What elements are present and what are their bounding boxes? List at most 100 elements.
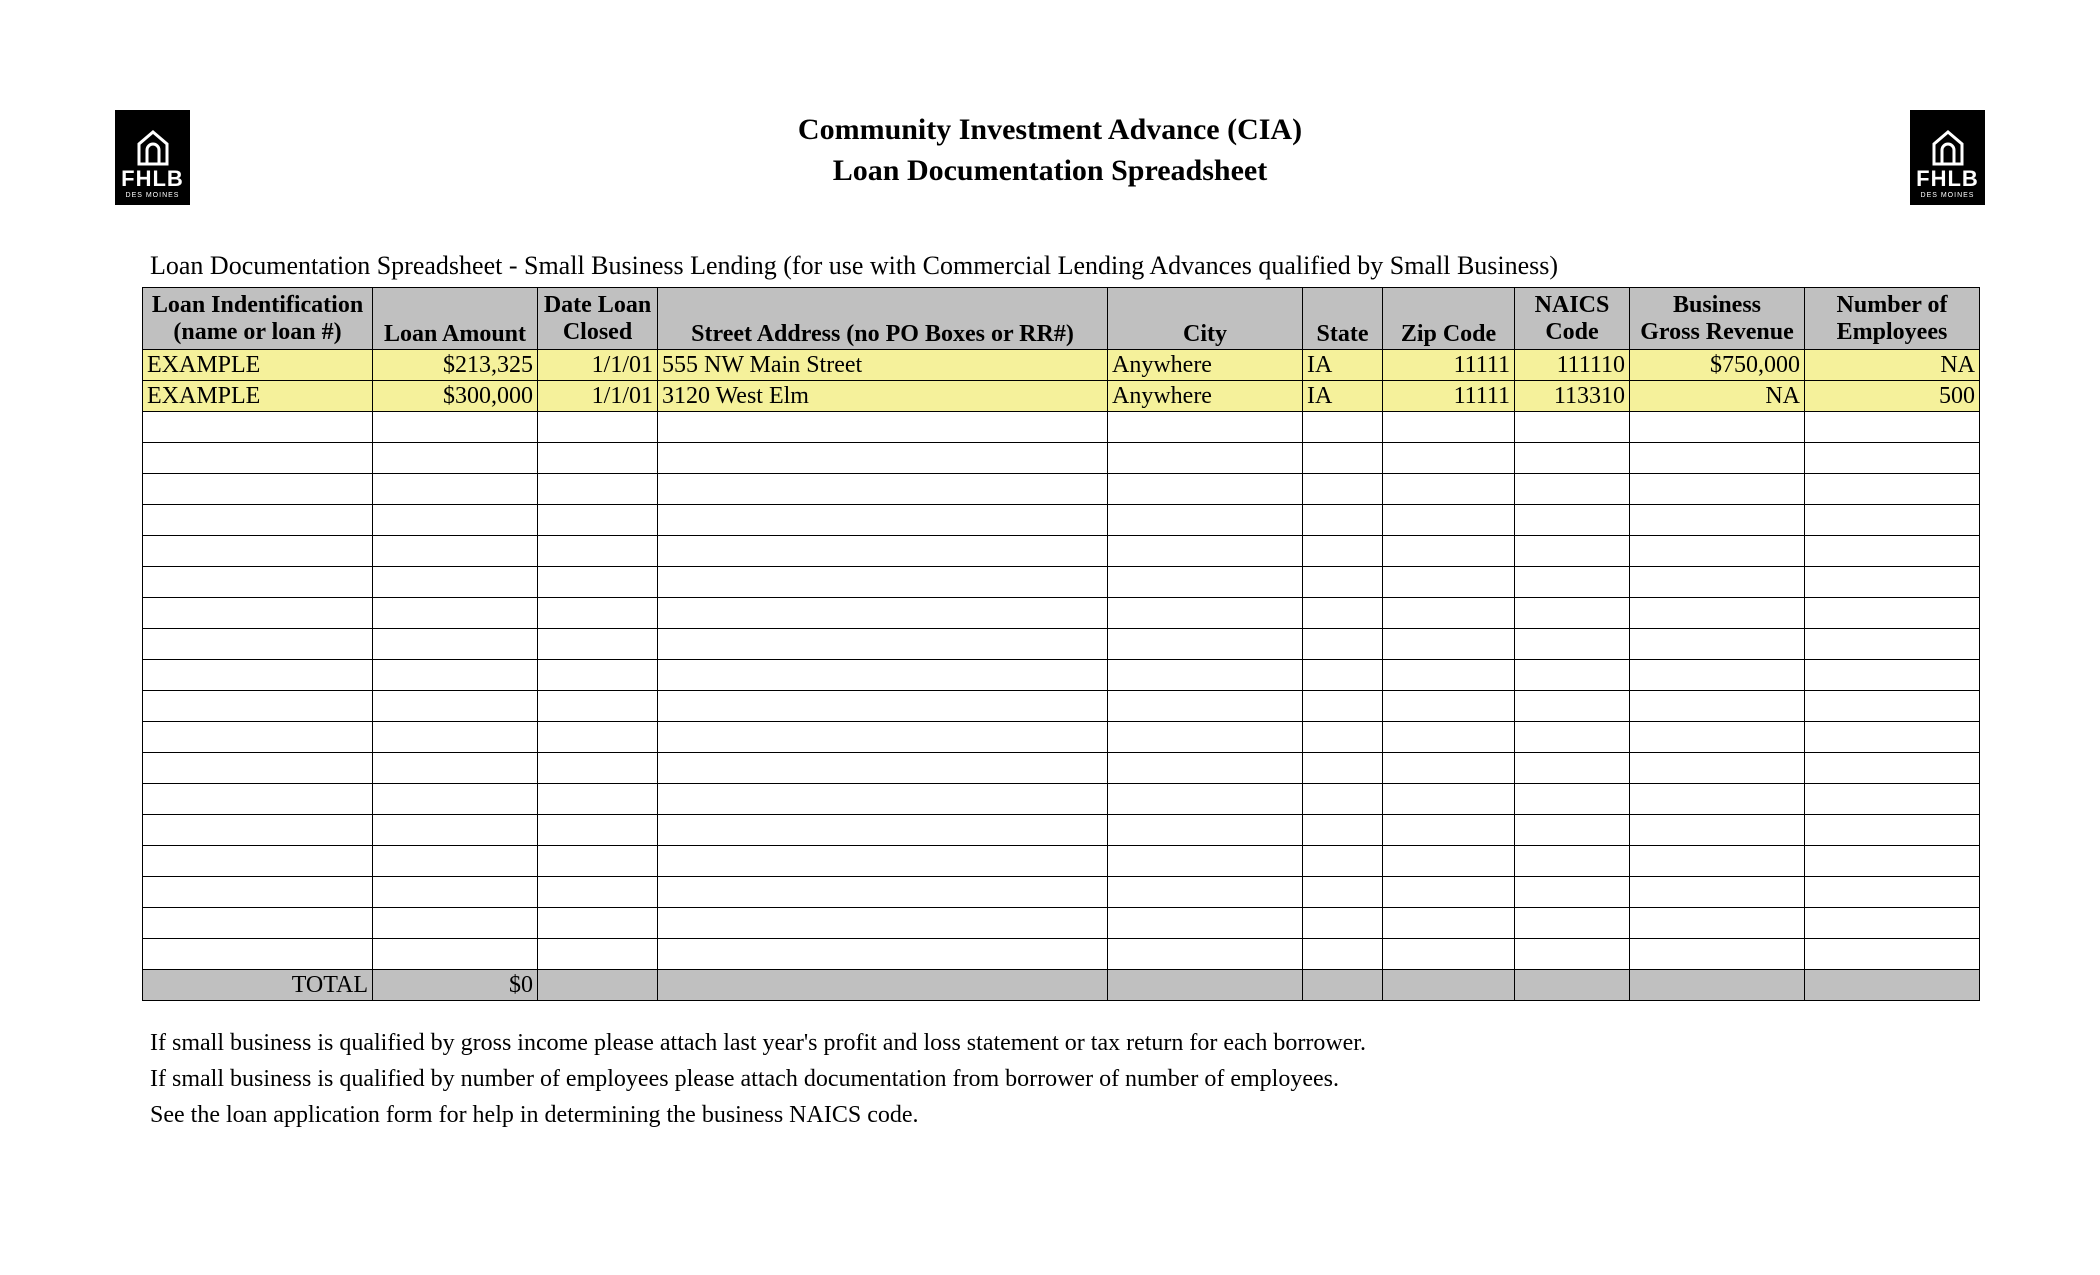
table-cell: Anywhere: [1108, 350, 1303, 381]
table-cell: 555 NW Main Street: [658, 350, 1108, 381]
table-cell: [658, 629, 1108, 660]
table-cell: [1108, 629, 1303, 660]
table-cell: EXAMPLE: [143, 350, 373, 381]
table-cell: [538, 753, 658, 784]
table-cell: Anywhere: [1108, 381, 1303, 412]
table-row-empty: [143, 412, 1980, 443]
table-cell: [1515, 598, 1630, 629]
table-cell: [1805, 753, 1980, 784]
table-row-empty: [143, 939, 1980, 970]
table-row-empty: [143, 474, 1980, 505]
table-cell: [538, 784, 658, 815]
table-cell: [1303, 846, 1383, 877]
table-cell: [143, 877, 373, 908]
table-cell: [658, 505, 1108, 536]
table-cell: [1108, 474, 1303, 505]
table-cell: [143, 908, 373, 939]
table-cell: [1630, 598, 1805, 629]
table-cell: [1630, 753, 1805, 784]
table-cell: [1383, 691, 1515, 722]
table-cell: [1515, 939, 1630, 970]
table-cell: [373, 474, 538, 505]
table-cell: [143, 939, 373, 970]
table-cell: [1303, 474, 1383, 505]
table-cell: [1630, 722, 1805, 753]
table-cell: [1383, 846, 1515, 877]
table-cell: [1108, 567, 1303, 598]
table-cell: [143, 753, 373, 784]
table-cell: [1383, 660, 1515, 691]
table-cell: [373, 660, 538, 691]
table-cell: [1805, 567, 1980, 598]
table-cell: [538, 908, 658, 939]
table-cell: [1108, 536, 1303, 567]
table-cell: [1630, 443, 1805, 474]
table-cell: [1303, 753, 1383, 784]
table-header-row: Loan Indentification(name or loan #) Loa…: [143, 288, 1980, 350]
table-row-empty: [143, 691, 1980, 722]
table-cell: [1515, 660, 1630, 691]
table-cell: [1515, 846, 1630, 877]
table-cell: [658, 815, 1108, 846]
table-cell: [538, 443, 658, 474]
table-cell: [1805, 970, 1980, 1001]
table-cell: [1630, 505, 1805, 536]
table-cell: [1108, 722, 1303, 753]
table-cell: [373, 784, 538, 815]
col-loan-id: Loan Indentification(name or loan #): [143, 288, 373, 350]
table-cell: [1515, 536, 1630, 567]
table-cell: [1108, 846, 1303, 877]
table-cell: [538, 970, 658, 1001]
table-cell: $750,000: [1630, 350, 1805, 381]
table-cell: [1630, 970, 1805, 1001]
table-row-empty: [143, 660, 1980, 691]
note-line: See the loan application form for help i…: [150, 1097, 2100, 1133]
table-cell: [1805, 722, 1980, 753]
table-cell: [373, 691, 538, 722]
house-icon: [1928, 128, 1968, 168]
col-city: City: [1108, 288, 1303, 350]
table-cell: [1630, 908, 1805, 939]
table-cell: [143, 536, 373, 567]
table-cell: [1515, 474, 1630, 505]
table-cell: [1383, 815, 1515, 846]
table-cell: [373, 443, 538, 474]
table-cell: [1108, 939, 1303, 970]
table-cell: [1303, 722, 1383, 753]
table-cell: [143, 815, 373, 846]
table-cell: [1383, 598, 1515, 629]
col-state: State: [1303, 288, 1383, 350]
table-cell: 113310: [1515, 381, 1630, 412]
table-cell: [1630, 474, 1805, 505]
table-cell: 500: [1805, 381, 1980, 412]
title-line-1: Community Investment Advance (CIA): [798, 113, 1302, 146]
table-cell: 1/1/01: [538, 350, 658, 381]
table-cell: [658, 753, 1108, 784]
table-cell: [1303, 970, 1383, 1001]
table-cell: [1303, 815, 1383, 846]
table-cell: [1630, 536, 1805, 567]
table-cell: [1108, 784, 1303, 815]
table-cell: [1630, 567, 1805, 598]
table-cell: [143, 846, 373, 877]
table-cell: [1383, 908, 1515, 939]
table-cell: [1515, 443, 1630, 474]
table-cell: [1383, 970, 1515, 1001]
table-cell: [1805, 536, 1980, 567]
table-cell: 3120 West Elm: [658, 381, 1108, 412]
table-cell: [658, 474, 1108, 505]
table-cell: [1515, 691, 1630, 722]
table-cell: [1108, 815, 1303, 846]
col-loan-amount: Loan Amount: [373, 288, 538, 350]
table-cell: [373, 939, 538, 970]
table-cell: [1515, 505, 1630, 536]
table-cell: [538, 815, 658, 846]
table-cell: [1805, 908, 1980, 939]
table-cell: [1805, 629, 1980, 660]
col-employees: Number ofEmployees: [1805, 288, 1980, 350]
table-cell: 1/1/01: [538, 381, 658, 412]
table-cell: [373, 722, 538, 753]
table-cell: [1805, 505, 1980, 536]
table-cell: [1805, 846, 1980, 877]
table-row-empty: [143, 629, 1980, 660]
